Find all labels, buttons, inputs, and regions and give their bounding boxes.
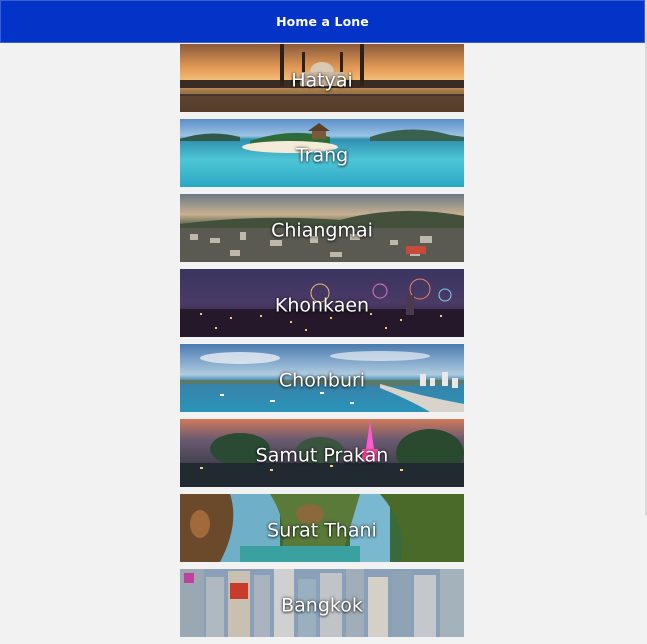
app-title: Home a Lone — [276, 14, 369, 29]
place-name: Khonkaen — [274, 294, 370, 317]
place-card-samut-prakan[interactable]: Samut Prakan — [180, 419, 464, 487]
place-list: Hatyai Trang Chiangmai Khonkaen Chonburi… — [180, 44, 464, 644]
place-name: Chonburi — [278, 369, 366, 392]
place-name: Trang — [295, 144, 349, 167]
place-card-bangkok[interactable]: Bangkok — [180, 569, 464, 637]
place-name: Hatyai — [291, 69, 353, 92]
place-card-chiangmai[interactable]: Chiangmai — [180, 194, 464, 262]
place-card-hatyai[interactable]: Hatyai — [180, 44, 464, 112]
place-card-chonburi[interactable]: Chonburi — [180, 344, 464, 412]
place-name: Chiangmai — [271, 219, 373, 242]
place-name: Bangkok — [281, 594, 363, 617]
place-name: Surat Thani — [267, 519, 377, 542]
place-card-trang[interactable]: Trang — [180, 119, 464, 187]
app-header: Home a Lone — [0, 0, 645, 43]
place-card-khonkaen[interactable]: Khonkaen — [180, 269, 464, 337]
place-name: Samut Prakan — [255, 444, 389, 467]
place-card-surat-thani[interactable]: Surat Thani — [180, 494, 464, 562]
